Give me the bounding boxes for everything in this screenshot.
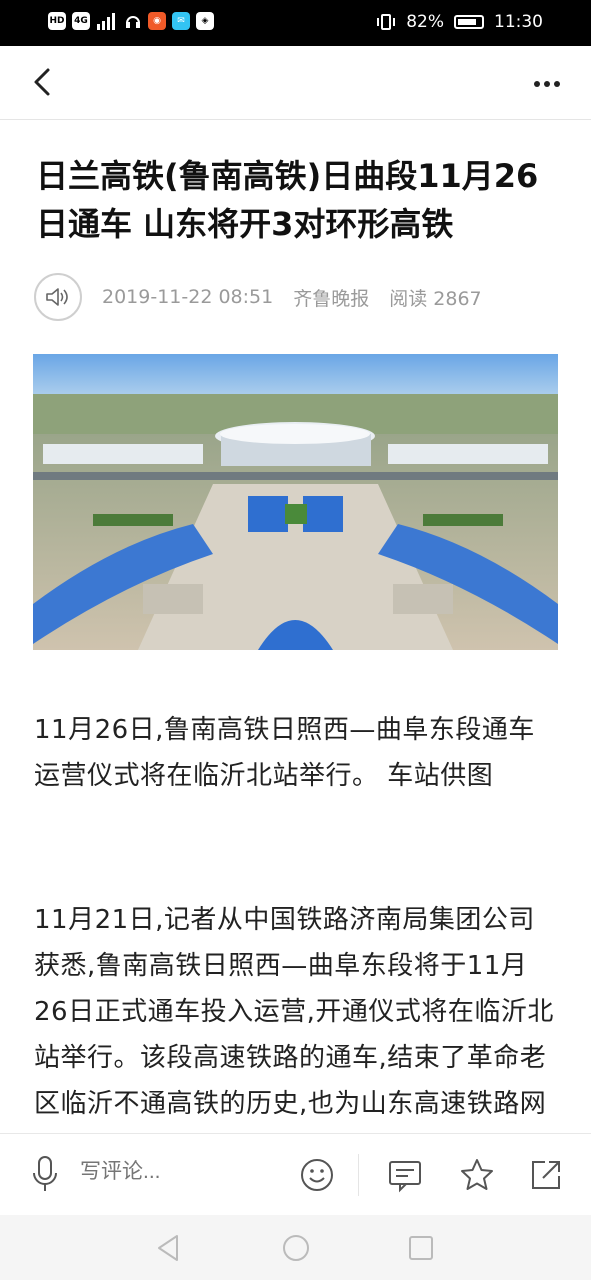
system-recents-icon[interactable]	[404, 1231, 438, 1265]
system-navigation-bar	[0, 1215, 591, 1280]
share-icon[interactable]	[527, 1156, 565, 1194]
comments-icon[interactable]	[386, 1156, 424, 1194]
browser-app-icon: ◈	[196, 12, 214, 30]
hd-icon: HD	[48, 12, 66, 30]
app-notification-icon: ◉	[148, 12, 166, 30]
comment-input[interactable]	[80, 1160, 280, 1184]
back-arrow-icon[interactable]	[26, 64, 62, 100]
article-paragraph: 11月21日,记者从中国铁路济南局集团公司获悉,鲁南高铁日照西—曲阜东段将于11…	[34, 905, 554, 1165]
article-paragraph: 11月26日,鲁南高铁日照西—曲阜东段通车运营仪式将在临沂北站举行。 车站供图	[34, 715, 535, 791]
read-aloud-button[interactable]	[34, 273, 82, 321]
battery-percent: 82%	[406, 12, 444, 32]
signal-4g-icon: 4G	[72, 12, 90, 30]
article-meta: 2019-11-22 08:51 齐鲁晚报 阅读 2867	[34, 272, 482, 322]
battery-icon	[454, 15, 484, 29]
article-title: 日兰高铁(鲁南高铁)日曲段11月26日通车 山东将开3对环形高铁	[36, 157, 539, 243]
top-nav-bar	[0, 46, 591, 120]
more-options-icon[interactable]	[529, 66, 565, 102]
system-back-icon[interactable]	[152, 1231, 186, 1265]
headset-icon	[126, 16, 140, 28]
favorite-star-icon[interactable]	[458, 1156, 496, 1194]
comment-toolbar	[0, 1133, 591, 1215]
status-right: 82% 11:30	[376, 12, 543, 32]
vibrate-icon	[377, 14, 396, 30]
system-home-icon[interactable]	[279, 1231, 313, 1265]
toolbar-divider	[358, 1154, 359, 1196]
emoji-icon[interactable]	[298, 1156, 336, 1194]
news-source[interactable]: 齐鲁晚报	[293, 284, 369, 311]
signal-bars-icon	[97, 13, 115, 30]
publish-date: 2019-11-22 08:51	[102, 286, 274, 308]
clock: 11:30	[494, 12, 543, 32]
status-icons: HD 4G ◉ ✉ ◈	[48, 12, 214, 30]
status-bar: HD 4G ◉ ✉ ◈ 82% 11:30	[0, 0, 591, 46]
microphone-icon[interactable]	[30, 1154, 60, 1194]
speaker-icon	[46, 288, 68, 306]
message-app-icon: ✉	[172, 12, 190, 30]
article-hero-image[interactable]	[33, 354, 558, 650]
read-count: 阅读 2867	[389, 287, 482, 310]
